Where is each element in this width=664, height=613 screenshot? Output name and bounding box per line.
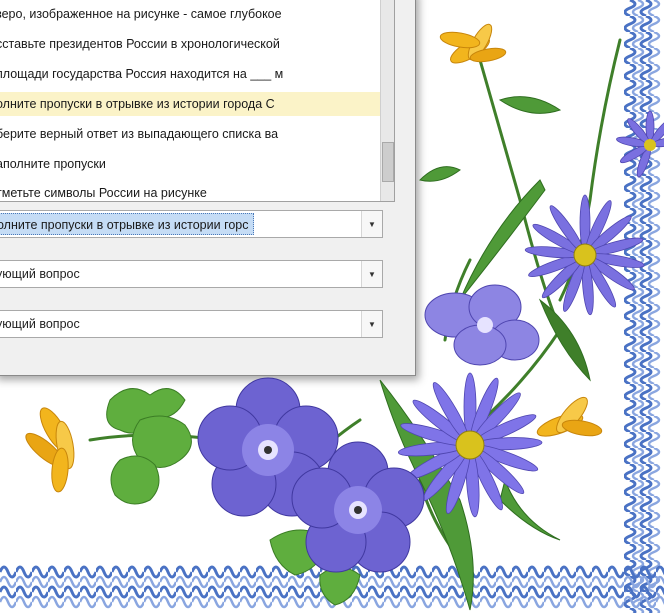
geranium-flower-3 — [424, 284, 540, 366]
yellow-flower-right — [536, 396, 603, 437]
decorative-flowers — [25, 23, 664, 611]
yellow-flower-left — [25, 407, 75, 493]
purple-aster-top — [524, 194, 645, 316]
purple-aster-small — [616, 110, 664, 178]
screenshot-scene: зеро, изображенное на рисунке - самое гл… — [0, 0, 664, 613]
yellow-flower-top — [439, 23, 507, 64]
